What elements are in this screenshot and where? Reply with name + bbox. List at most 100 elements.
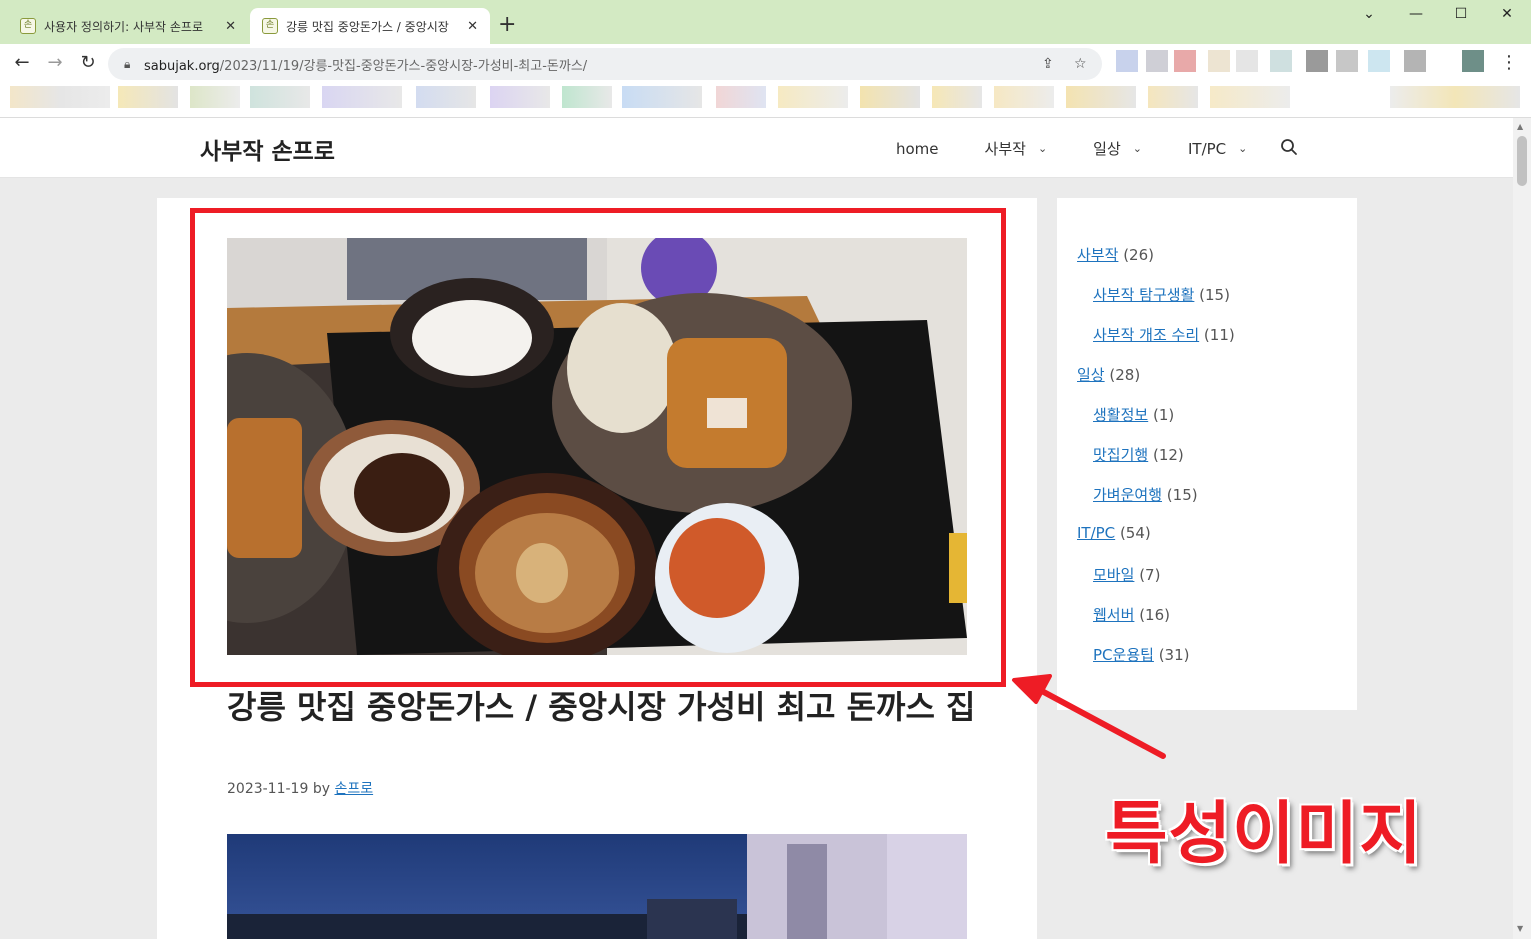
star-bookmark-icon[interactable]: ☆	[1074, 56, 1087, 72]
category-item: 모바일 (7)	[1093, 564, 1160, 585]
category-count: (12)	[1152, 446, 1184, 464]
nav-item-home[interactable]: home	[896, 138, 939, 159]
category-link[interactable]: 생활정보	[1093, 406, 1148, 424]
category-item: IT/PC (54)	[1077, 524, 1151, 542]
window-close-icon[interactable]: ✕	[1487, 6, 1527, 22]
bookmark-item[interactable]	[1066, 86, 1136, 108]
bookmark-item[interactable]	[860, 86, 920, 108]
address-bar[interactable]: 🔒︎ sabujak.org/2023/11/19/강릉-맛집-중앙돈가스-중앙…	[108, 48, 1102, 80]
category-link[interactable]: PC운용팁	[1093, 646, 1154, 664]
new-tab-plus-icon[interactable]: +	[498, 13, 516, 37]
post-title: 강릉 맛집 중앙돈가스 / 중앙시장 가성비 최고 돈까스 집	[227, 688, 976, 726]
back-arrow-icon[interactable]: ←	[10, 52, 34, 73]
tab-customize[interactable]: 손 사용자 정의하기: 사부작 손프로 ✕	[8, 8, 248, 44]
author-link[interactable]: 손프로	[334, 781, 373, 797]
category-item: 일상 (28)	[1077, 364, 1140, 385]
category-count: (15)	[1166, 486, 1198, 504]
bookmark-item[interactable]	[10, 86, 110, 108]
category-link[interactable]: 모바일	[1093, 566, 1134, 584]
chevron-down-icon: ⌄	[1037, 142, 1048, 155]
close-icon[interactable]: ✕	[225, 19, 236, 34]
category-count: (7)	[1139, 566, 1161, 584]
minimize-icon[interactable]: —	[1396, 6, 1436, 22]
nav-item-sabujak[interactable]: 사부작 ⌄	[985, 138, 1048, 159]
extension-icon[interactable]	[1368, 50, 1390, 72]
nav-label: 사부작	[984, 140, 1026, 158]
bookmark-item[interactable]	[118, 86, 178, 108]
extension-icon[interactable]	[1306, 50, 1328, 72]
reload-icon[interactable]: ↻	[76, 52, 100, 73]
nav-item-itpc[interactable]: IT/PC ⌄	[1188, 138, 1247, 159]
category-link[interactable]: 일상	[1077, 366, 1105, 384]
extension-icon[interactable]	[1336, 50, 1358, 72]
post-meta: 2023-11-19 by 손프로	[227, 778, 373, 798]
tab-active-post[interactable]: 손 강릉 맛집 중앙돈가스 / 중앙시장 ✕	[250, 8, 490, 44]
extension-icon[interactable]	[1236, 50, 1258, 72]
post-date: 2023-11-19	[227, 781, 309, 797]
bookmark-item[interactable]	[1210, 86, 1290, 108]
category-count: (11)	[1203, 326, 1235, 344]
forward-arrow-icon[interactable]: →	[43, 52, 67, 73]
scroll-thumb[interactable]	[1517, 136, 1527, 186]
post-by: by	[312, 781, 330, 797]
category-link[interactable]: 가벼운여행	[1093, 486, 1162, 504]
maximize-icon[interactable]: ☐	[1441, 6, 1481, 22]
extension-icon[interactable]	[1146, 50, 1168, 72]
bookmark-item[interactable]	[322, 86, 402, 108]
extension-icon[interactable]	[1270, 50, 1292, 72]
bookmark-item[interactable]	[622, 86, 702, 108]
scroll-down-arrow-icon[interactable]: ▼	[1517, 924, 1523, 933]
category-item: 맛집기행 (12)	[1093, 444, 1184, 465]
chevron-down-icon: ⌄	[1132, 142, 1142, 155]
category-count: (54)	[1119, 524, 1151, 542]
search-icon[interactable]	[1280, 138, 1298, 156]
category-link[interactable]: 사부작	[1077, 246, 1118, 264]
bookmark-item[interactable]	[416, 86, 476, 108]
bookmark-item[interactable]	[1148, 86, 1198, 108]
bookmark-item[interactable]	[490, 86, 550, 108]
nav-item-daily[interactable]: 일상 ⌄	[1093, 138, 1142, 159]
extension-icon[interactable]	[1404, 50, 1426, 72]
bookmark-item[interactable]	[562, 86, 612, 108]
lock-icon: 🔒︎	[124, 56, 131, 71]
category-link[interactable]: 웹서버	[1093, 606, 1134, 624]
extension-icon[interactable]	[1174, 50, 1196, 72]
post-body-image[interactable]	[227, 834, 967, 939]
category-item: 사부작 개조 수리 (11)	[1093, 324, 1235, 345]
category-link[interactable]: 사부작 개조 수리	[1093, 326, 1199, 344]
site-favicon-icon: 손	[20, 18, 36, 34]
site-favicon-icon: 손	[262, 18, 278, 34]
bookmark-item[interactable]	[1390, 86, 1520, 108]
tab-title: 사용자 정의하기: 사부작 손프로	[44, 19, 204, 34]
nav-label: IT/PC	[1187, 139, 1227, 158]
category-count: (16)	[1139, 606, 1170, 624]
bookmark-item[interactable]	[190, 86, 240, 108]
kebab-menu-icon[interactable]: ⋮	[1500, 52, 1518, 73]
annotation-label: 특성이미지	[1105, 795, 1423, 874]
page-scrollbar[interactable]: ▲ ▼	[1513, 118, 1531, 939]
category-item: PC운용팁 (31)	[1093, 644, 1190, 665]
category-link[interactable]: IT/PC	[1077, 524, 1115, 542]
bookmark-item[interactable]	[994, 86, 1054, 108]
share-icon[interactable]: ⇪	[1042, 56, 1054, 72]
close-icon[interactable]: ✕	[467, 19, 478, 34]
category-link[interactable]: 사부작 탐구생활	[1093, 286, 1194, 304]
tab-title: 강릉 맛집 중앙돈가스 / 중앙시장	[286, 19, 449, 34]
browser-toolbar: ← → ↻ 🔒︎ sabujak.org/2023/11/19/강릉-맛집-중앙…	[0, 44, 1531, 84]
scroll-up-arrow-icon[interactable]: ▲	[1517, 122, 1523, 131]
category-count: (28)	[1109, 366, 1141, 384]
tab-strip: 손 사용자 정의하기: 사부작 손프로 ✕ 손 강릉 맛집 중앙돈가스 / 중앙…	[0, 0, 1531, 44]
category-link[interactable]: 맛집기행	[1093, 446, 1148, 464]
site-header: 사부작 손프로 home 사부작 ⌄ 일상 ⌄ IT/PC ⌄	[0, 118, 1513, 178]
extension-icon[interactable]	[1208, 50, 1230, 72]
extension-icon[interactable]	[1462, 50, 1484, 72]
bookmark-item[interactable]	[716, 86, 766, 108]
category-item: 사부작 (26)	[1077, 244, 1154, 265]
chevron-down-icon[interactable]: ⌄	[1349, 6, 1389, 22]
bookmark-item[interactable]	[778, 86, 848, 108]
bookmark-item[interactable]	[932, 86, 982, 108]
bookmark-item[interactable]	[250, 86, 310, 108]
category-item: 웹서버 (16)	[1093, 604, 1170, 625]
extension-icon[interactable]	[1116, 50, 1138, 72]
site-title[interactable]: 사부작 손프로	[200, 132, 335, 166]
